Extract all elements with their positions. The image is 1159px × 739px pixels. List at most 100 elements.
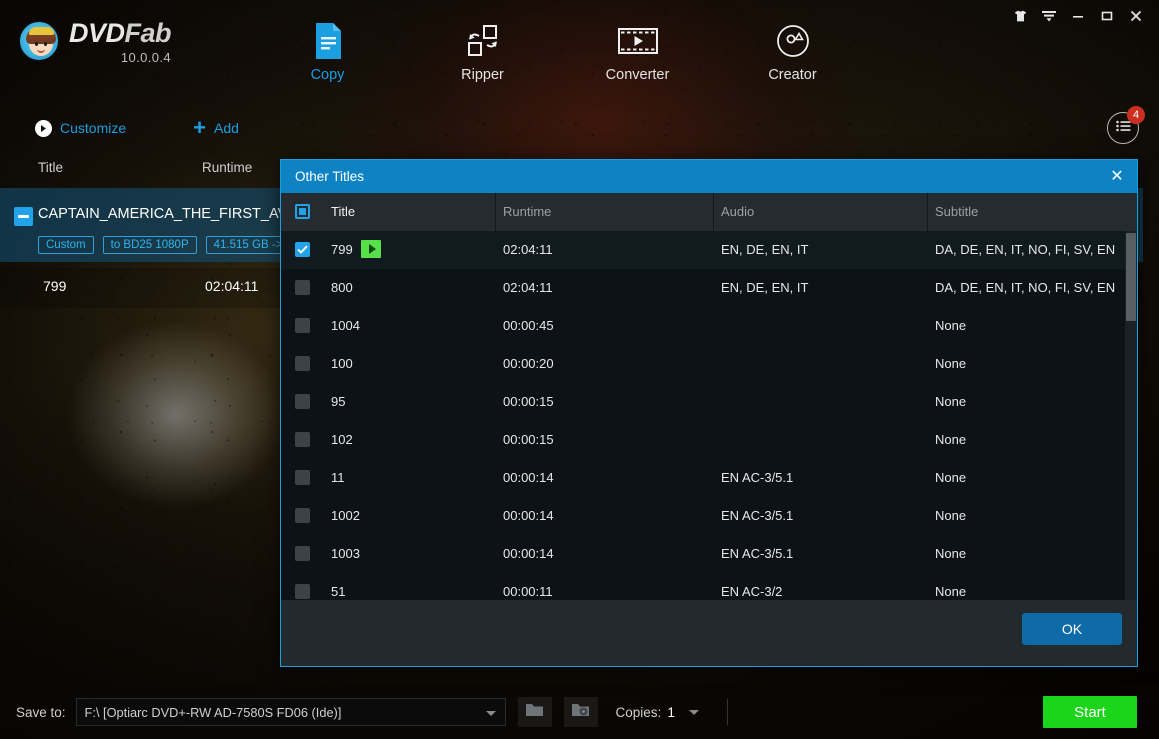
add-button[interactable]: + Add xyxy=(193,115,239,140)
copies-label: Copies: xyxy=(615,704,662,720)
nav-tab-ripper-label: Ripper xyxy=(461,67,504,83)
chevron-down-icon xyxy=(485,711,496,716)
app-logo: DVDFab 10.0.0.4 xyxy=(18,20,172,65)
plus-icon: + xyxy=(193,115,206,140)
cell-runtime: 00:00:14 xyxy=(503,470,554,485)
dialog-footer: OK xyxy=(281,600,1137,666)
sub-row-runtime: 02:04:11 xyxy=(205,278,259,294)
table-row[interactable]: 799 02:04:11 EN, DE, EN, IT DA, DE, EN, IT,… xyxy=(281,231,1137,269)
notification-badge: 4 xyxy=(1127,106,1145,124)
play-preview-button[interactable] xyxy=(361,240,381,258)
column-header-subtitle[interactable]: Subtitle xyxy=(935,204,978,219)
bottom-bar: Save to: F:\ [Optiarc DVD+-RW AD-7580S F… xyxy=(0,685,1159,739)
row-checkbox[interactable] xyxy=(295,394,310,409)
dialog-header: Other Titles ✕ xyxy=(281,160,1137,193)
column-header-audio[interactable]: Audio xyxy=(721,204,754,219)
cell-title: 100 xyxy=(331,356,353,371)
table-row[interactable]: 100 00:00:20 None xyxy=(281,345,1137,383)
list-menu-icon xyxy=(1115,119,1131,137)
cell-subtitle: None xyxy=(935,356,967,371)
nav-tab-creator[interactable]: Creator xyxy=(715,14,870,92)
task-list-button[interactable]: 4 xyxy=(1107,106,1145,144)
ok-button[interactable]: OK xyxy=(1022,613,1122,645)
film-play-icon xyxy=(617,20,658,62)
table-row[interactable]: 51 00:00:11 EN AC-3/2 None xyxy=(281,573,1137,600)
cell-runtime: 00:00:14 xyxy=(503,546,554,561)
start-button[interactable]: Start xyxy=(1043,696,1137,728)
maximize-button[interactable] xyxy=(1094,5,1120,27)
row-checkbox[interactable] xyxy=(295,584,310,599)
table-row[interactable]: 800 02:04:11 EN, DE, EN, IT DA, DE, EN, IT,… xyxy=(281,269,1137,307)
nav-tab-creator-label: Creator xyxy=(768,67,817,83)
nav-tab-ripper[interactable]: Ripper xyxy=(405,14,560,92)
table-scrollbar-thumb[interactable] xyxy=(1126,233,1136,321)
drive-button[interactable] xyxy=(563,697,598,727)
badge-output-format[interactable]: to BD25 1080P xyxy=(102,236,197,254)
customize-button[interactable]: Customize xyxy=(35,119,126,137)
cell-runtime: 02:04:11 xyxy=(503,242,553,257)
cell-subtitle: None xyxy=(935,508,967,523)
table-row[interactable]: 1002 00:00:14 EN AC-3/5.1 None xyxy=(281,497,1137,535)
nav-tab-converter[interactable]: Converter xyxy=(560,14,715,92)
table-row[interactable]: 1003 00:00:14 EN AC-3/5.1 None xyxy=(281,535,1137,573)
sub-row-title: 799 xyxy=(43,278,67,294)
task-menu-area: 4 xyxy=(1107,106,1145,144)
menu-collapse-icon[interactable] xyxy=(1036,5,1062,27)
app-name: DVDFab xyxy=(69,20,172,47)
disc-icon xyxy=(776,20,810,62)
cell-runtime: 00:00:20 xyxy=(503,356,554,371)
table-row[interactable]: 1004 00:00:45 None xyxy=(281,307,1137,345)
row-checkbox[interactable] xyxy=(295,432,310,447)
disc-drive-icon xyxy=(571,702,590,723)
row-checkbox[interactable] xyxy=(295,508,310,523)
skin-icon[interactable] xyxy=(1007,5,1033,27)
cell-subtitle: DA, DE, EN, IT, NO, FI, SV, EN xyxy=(935,242,1116,257)
copies-dropdown[interactable] xyxy=(683,701,705,723)
row-checkbox[interactable] xyxy=(295,318,310,333)
other-titles-dialog: Other Titles ✕ Title Runtime Audio Subti… xyxy=(280,159,1138,667)
row-checkbox[interactable] xyxy=(295,356,310,371)
row-checkbox-partial[interactable] xyxy=(14,207,33,226)
cell-runtime: 00:00:11 xyxy=(503,584,553,599)
close-icon[interactable]: ✕ xyxy=(1107,167,1127,187)
save-to-dropdown[interactable]: F:\ [Optiarc DVD+-RW AD-7580S FD06 (Ide)… xyxy=(75,698,506,726)
column-header-title[interactable]: Title xyxy=(331,204,355,219)
cell-audio: EN AC-3/5.1 xyxy=(721,470,794,485)
cell-subtitle: None xyxy=(935,470,967,485)
circle-arrow-icon xyxy=(35,119,52,137)
badge-custom[interactable]: Custom xyxy=(38,236,94,254)
folder-button[interactable] xyxy=(517,697,552,727)
cell-subtitle: None xyxy=(935,394,967,409)
nav-tab-copy[interactable]: Copy xyxy=(250,14,405,92)
main-navigation: Copy Ripper Converter Creator xyxy=(250,14,870,92)
table-row[interactable]: 102 00:00:15 None xyxy=(281,421,1137,459)
cell-title: 1003 xyxy=(331,546,360,561)
cell-subtitle: None xyxy=(935,432,967,447)
action-toolbar: Customize + Add 4 xyxy=(0,104,1159,152)
cell-title: 95 xyxy=(331,394,346,409)
table-row[interactable]: 11 00:00:14 EN AC-3/5.1 None xyxy=(281,459,1137,497)
cell-audio: EN, DE, EN, IT xyxy=(721,242,809,257)
add-label: Add xyxy=(214,120,239,136)
close-button[interactable] xyxy=(1123,5,1149,27)
row-checkbox[interactable] xyxy=(295,280,310,295)
row-checkbox[interactable] xyxy=(295,470,310,485)
bottom-divider xyxy=(726,699,728,725)
dialog-table-header: Title Runtime Audio Subtitle xyxy=(281,193,1137,231)
document-icon xyxy=(312,20,344,62)
row-checkbox-checked[interactable] xyxy=(295,242,310,257)
minimize-button[interactable] xyxy=(1065,5,1091,27)
cell-subtitle: None xyxy=(935,318,967,333)
dvdfab-mascot-icon xyxy=(18,20,60,62)
cell-subtitle: DA, DE, EN, IT, NO, FI, SV, EN xyxy=(935,280,1116,295)
cell-title: 1002 xyxy=(331,508,360,523)
cell-title: 799 xyxy=(331,242,353,257)
table-scrollbar[interactable] xyxy=(1125,231,1137,600)
save-to-value: F:\ [Optiarc DVD+-RW AD-7580S FD06 (Ide)… xyxy=(84,704,342,720)
row-checkbox[interactable] xyxy=(295,546,310,561)
table-row[interactable]: 95 00:00:15 None xyxy=(281,383,1137,421)
select-all-checkbox[interactable] xyxy=(295,204,310,219)
app-version: 10.0.0.4 xyxy=(120,50,172,65)
column-header-runtime[interactable]: Runtime xyxy=(503,204,551,219)
cell-title: 800 xyxy=(331,280,353,295)
